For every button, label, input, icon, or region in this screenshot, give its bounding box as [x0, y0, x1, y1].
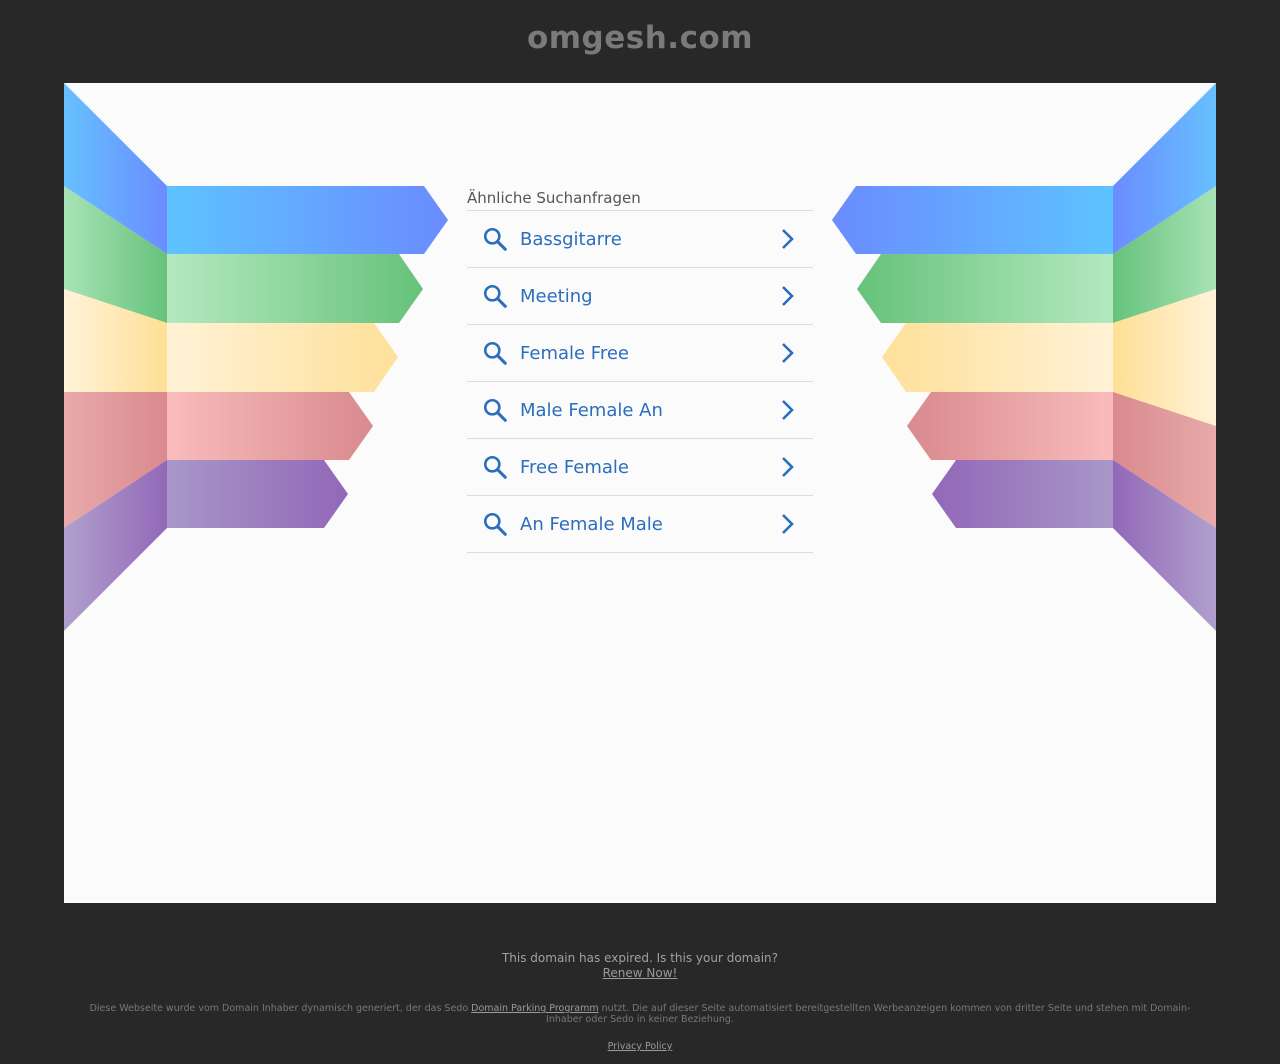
related-link-label: Female Free [520, 342, 630, 364]
disclaimer-text-after: nutzt. Die auf dieser Seite automatisier… [546, 1003, 1191, 1025]
search-icon [483, 455, 507, 479]
chevron-right-icon [782, 286, 794, 306]
related-searches-heading: Ähnliche Suchanfragen [467, 186, 813, 211]
related-link-6[interactable]: An Female Male [467, 496, 813, 553]
right-ribbons [832, 186, 1113, 528]
related-link-1[interactable]: Bassgitarre [467, 211, 813, 268]
search-icon [483, 341, 507, 365]
privacy-container: Privacy Policy [0, 1041, 1280, 1052]
search-icon [483, 227, 507, 251]
related-link-label: Bassgitarre [520, 228, 622, 250]
renew-container: Renew Now! [0, 966, 1280, 980]
footer: This domain has expired. Is this your do… [0, 903, 1280, 1064]
chevron-right-icon [782, 514, 794, 534]
chevron-right-icon [782, 400, 794, 420]
left-wing [64, 83, 167, 631]
left-ribbons [167, 186, 448, 528]
chevron-right-icon [782, 229, 794, 249]
related-link-5[interactable]: Free Female [467, 439, 813, 496]
related-link-label: Meeting [520, 285, 593, 307]
related-link-3[interactable]: Female Free [467, 325, 813, 382]
related-searches: Ähnliche Suchanfragen Bassgitarre Meetin… [467, 186, 813, 553]
disclaimer-text-before: Diese Webseite wurde vom Domain Inhaber … [89, 1003, 472, 1014]
related-link-label: Free Female [520, 456, 630, 478]
domain-title: omgesh.com [526, 20, 754, 56]
header: omgesh.com [0, 0, 1280, 83]
related-link-2[interactable]: Meeting [467, 268, 813, 325]
search-icon [483, 284, 507, 308]
domain-expired-notice: This domain has expired. Is this your do… [501, 951, 779, 965]
domain-parking-link[interactable]: Domain Parking Programm [471, 1003, 598, 1014]
parking-disclaimer: Diese Webseite wurde vom Domain Inhaber … [80, 1003, 1200, 1025]
chevron-right-icon [782, 343, 794, 363]
chevron-right-icon [782, 457, 794, 477]
privacy-policy-link[interactable]: Privacy Policy [608, 1041, 673, 1052]
right-wing [1113, 83, 1216, 631]
renew-now-link[interactable]: Renew Now! [603, 966, 678, 980]
search-icon [483, 512, 507, 536]
related-link-4[interactable]: Male Female An [467, 382, 813, 439]
content-panel: Ähnliche Suchanfragen Bassgitarre Meetin… [64, 83, 1216, 903]
related-link-label: Male Female An [520, 399, 663, 421]
related-link-label: An Female Male [520, 513, 663, 535]
search-icon [483, 398, 507, 422]
